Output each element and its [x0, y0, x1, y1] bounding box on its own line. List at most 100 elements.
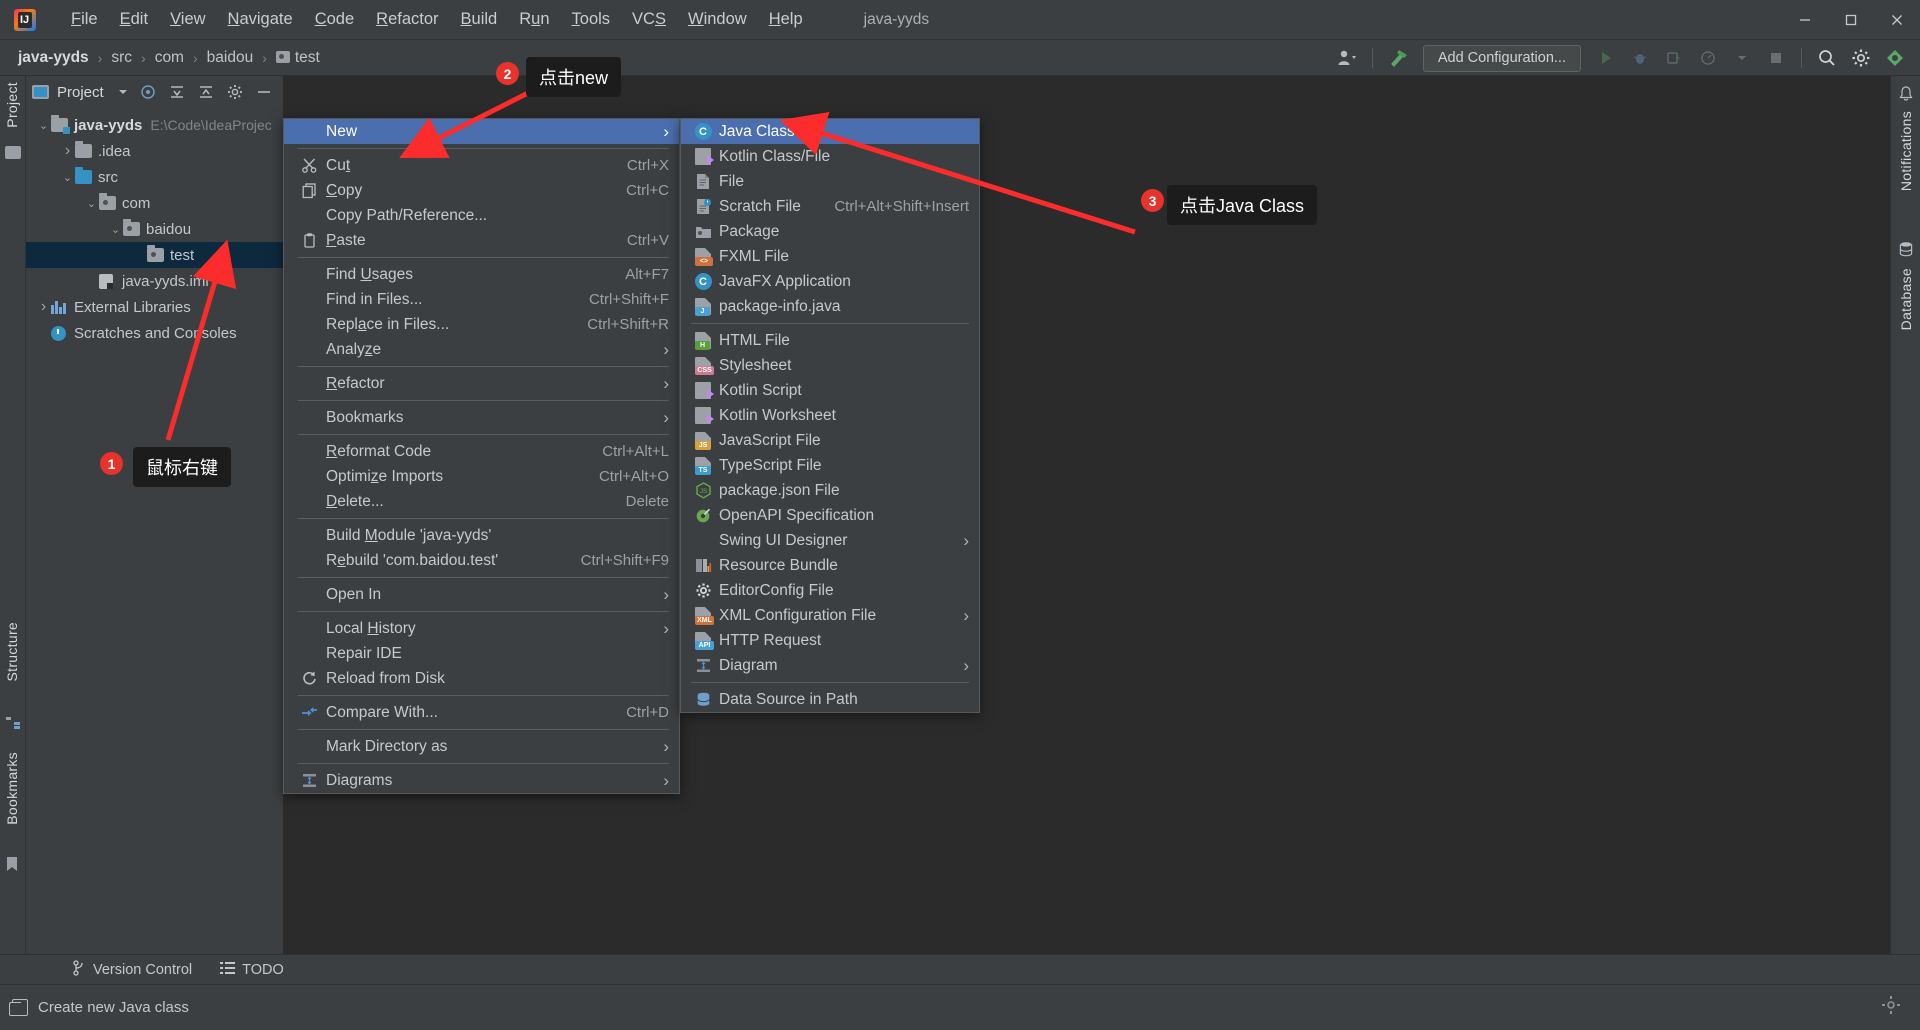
new-submenu-item-stylesheet[interactable]: CSSStylesheet: [681, 353, 979, 378]
menu-navigate[interactable]: Navigate: [217, 6, 304, 33]
new-submenu-item-xml-configuration-file[interactable]: XMLXML Configuration File›: [681, 603, 979, 628]
minimize-button[interactable]: [1782, 0, 1828, 40]
context-menu-item-refactor[interactable]: Refactor›: [284, 371, 679, 396]
bottom-tab-todo[interactable]: TODO: [220, 961, 284, 979]
context-menu-item-copy-path-reference[interactable]: Copy Path/Reference...: [284, 203, 679, 228]
maximize-button[interactable]: [1828, 0, 1874, 40]
new-submenu-item-file[interactable]: File: [681, 169, 979, 194]
new-submenu-item-resource-bundle[interactable]: Resource Bundle: [681, 553, 979, 578]
new-submenu-item-data-source-in-path[interactable]: Data Source in Path: [681, 687, 979, 712]
tree-node-src[interactable]: ⌄src: [26, 164, 283, 190]
tree-node-external-libraries[interactable]: ›External Libraries: [26, 294, 283, 320]
context-menu-item-find-usages[interactable]: Find UsagesAlt+F7: [284, 262, 679, 287]
menu-build[interactable]: Build: [450, 6, 509, 33]
new-submenu-item-html-file[interactable]: HHTML File: [681, 328, 979, 353]
tree-node-test[interactable]: test: [26, 242, 283, 268]
new-submenu-item-package-info-java[interactable]: Jpackage-info.java: [681, 294, 979, 319]
context-menu-item-local-history[interactable]: Local History›: [284, 616, 679, 641]
new-submenu-item-javafx-application[interactable]: CJavaFX Application: [681, 269, 979, 294]
context-menu-item-copy[interactable]: CopyCtrl+C: [284, 178, 679, 203]
context-menu-item-mark-directory-as[interactable]: Mark Directory as›: [284, 734, 679, 759]
context-menu-item-build-module-java-yyds[interactable]: Build Module 'java-yyds': [284, 523, 679, 548]
breadcrumb-item-java-yyds[interactable]: java-yyds: [14, 47, 93, 69]
chevron-down-icon[interactable]: [1727, 43, 1757, 73]
context-menu-item-replace-in-files[interactable]: Replace in Files...Ctrl+Shift+R: [284, 312, 679, 337]
bottom-tab-version-control[interactable]: Version Control: [72, 960, 192, 980]
select-opened-file-icon[interactable]: [139, 83, 157, 101]
strip-item-database[interactable]: Database: [1898, 268, 1914, 330]
close-button[interactable]: [1874, 0, 1920, 40]
menu-code[interactable]: Code: [304, 6, 365, 33]
new-submenu-item-kotlin-worksheet[interactable]: Kotlin Worksheet: [681, 403, 979, 428]
breadcrumb-item-com[interactable]: com: [151, 47, 188, 69]
search-icon[interactable]: [1812, 43, 1842, 73]
tree-node-java-yyds-iml[interactable]: java-yyds.iml: [26, 268, 283, 294]
ide-settings-icon[interactable]: [1880, 994, 1902, 1021]
breadcrumb-item-test[interactable]: test: [272, 47, 324, 69]
chevron-down-icon[interactable]: ⌄: [36, 118, 51, 133]
context-menu-item-repair-ide[interactable]: Repair IDE: [284, 641, 679, 666]
settings-gear-icon[interactable]: [226, 83, 244, 101]
context-menu-item-delete[interactable]: Delete...Delete: [284, 489, 679, 514]
context-menu-item-diagrams[interactable]: Diagrams›: [284, 768, 679, 793]
new-submenu-item-package-json-file[interactable]: JSpackage.json File: [681, 478, 979, 503]
context-menu-item-reformat-code[interactable]: Reformat CodeCtrl+Alt+L: [284, 439, 679, 464]
new-submenu-item-package[interactable]: Package: [681, 219, 979, 244]
tree-node-java-yyds[interactable]: ⌄java-yydsE:\Code\IdeaProjec: [26, 112, 283, 138]
strip-item-bookmarks[interactable]: Bookmarks: [4, 752, 20, 825]
menu-tools[interactable]: Tools: [561, 6, 622, 33]
chevron-down-icon[interactable]: ⌄: [108, 222, 123, 237]
hammer-icon[interactable]: [1383, 43, 1413, 73]
strip-item-project[interactable]: Project: [4, 82, 20, 128]
new-submenu-item-javascript-file[interactable]: JSJavaScript File: [681, 428, 979, 453]
stop-icon[interactable]: [1761, 43, 1791, 73]
new-submenu-item-kotlin-class-file[interactable]: Kotlin Class/File: [681, 144, 979, 169]
menu-file[interactable]: File: [60, 6, 109, 33]
menu-help[interactable]: Help: [758, 6, 814, 33]
menu-vcs[interactable]: VCS: [621, 6, 677, 33]
context-menu-item-optimize-imports[interactable]: Optimize ImportsCtrl+Alt+O: [284, 464, 679, 489]
chevron-right-icon[interactable]: ›: [36, 300, 51, 315]
ide-plugin-icon[interactable]: [1880, 43, 1910, 73]
chevron-down-icon[interactable]: ⌄: [84, 196, 99, 211]
context-menu-item-analyze[interactable]: Analyze›: [284, 337, 679, 362]
menu-window[interactable]: Window: [677, 6, 758, 33]
tree-node-baidou[interactable]: ⌄baidou: [26, 216, 283, 242]
new-submenu-item-scratch-file[interactable]: Scratch FileCtrl+Alt+Shift+Insert: [681, 194, 979, 219]
profiler-icon[interactable]: [1693, 43, 1723, 73]
notifications-bell-icon[interactable]: [1898, 86, 1914, 100]
context-menu-item-new[interactable]: New›: [284, 119, 679, 144]
strip-item-structure[interactable]: Structure: [4, 622, 20, 682]
collapse-all-icon[interactable]: [197, 83, 215, 101]
context-menu-item-rebuild-com-baidou-test[interactable]: Rebuild 'com.baidou.test'Ctrl+Shift+F9: [284, 548, 679, 573]
new-submenu-item-diagram[interactable]: Diagram›: [681, 653, 979, 678]
menu-refactor[interactable]: Refactor: [365, 6, 449, 33]
context-menu-item-compare-with[interactable]: Compare With...Ctrl+D: [284, 700, 679, 725]
new-submenu-item-typescript-file[interactable]: TSTypeScript File: [681, 453, 979, 478]
menu-run[interactable]: Run: [508, 6, 560, 33]
context-menu-item-reload-from-disk[interactable]: Reload from Disk: [284, 666, 679, 691]
expand-all-icon[interactable]: [168, 83, 186, 101]
new-submenu-item-swing-ui-designer[interactable]: Swing UI Designer›: [681, 528, 979, 553]
new-submenu-item-editorconfig-file[interactable]: EditorConfig File: [681, 578, 979, 603]
chevron-right-icon[interactable]: ›: [60, 144, 75, 159]
hide-panel-icon[interactable]: [255, 83, 273, 101]
new-submenu-item-fxml-file[interactable]: <>FXML File: [681, 244, 979, 269]
menu-view[interactable]: View: [159, 6, 216, 33]
debug-icon[interactable]: [1625, 43, 1655, 73]
context-menu-item-bookmarks[interactable]: Bookmarks›: [284, 405, 679, 430]
run-with-coverage-icon[interactable]: [1659, 43, 1689, 73]
new-submenu-item-openapi-specification[interactable]: OpenAPI Specification: [681, 503, 979, 528]
context-menu-item-open-in[interactable]: Open In›: [284, 582, 679, 607]
new-submenu-item-java-class[interactable]: CJava Class: [681, 119, 979, 144]
database-icon[interactable]: [1898, 241, 1914, 255]
breadcrumb-item-src[interactable]: src: [107, 47, 136, 69]
new-submenu-item-kotlin-script[interactable]: Kotlin Script: [681, 378, 979, 403]
tree-node-scratches-and-consoles[interactable]: Scratches and Consoles: [26, 320, 283, 346]
strip-item-notifications[interactable]: Notifications: [1898, 111, 1914, 191]
tree-node--idea[interactable]: ›.idea: [26, 138, 283, 164]
tree-node-com[interactable]: ⌄com: [26, 190, 283, 216]
breadcrumb-item-baidou[interactable]: baidou: [203, 47, 258, 69]
run-icon[interactable]: [1591, 43, 1621, 73]
context-menu-item-find-in-files[interactable]: Find in Files...Ctrl+Shift+F: [284, 287, 679, 312]
